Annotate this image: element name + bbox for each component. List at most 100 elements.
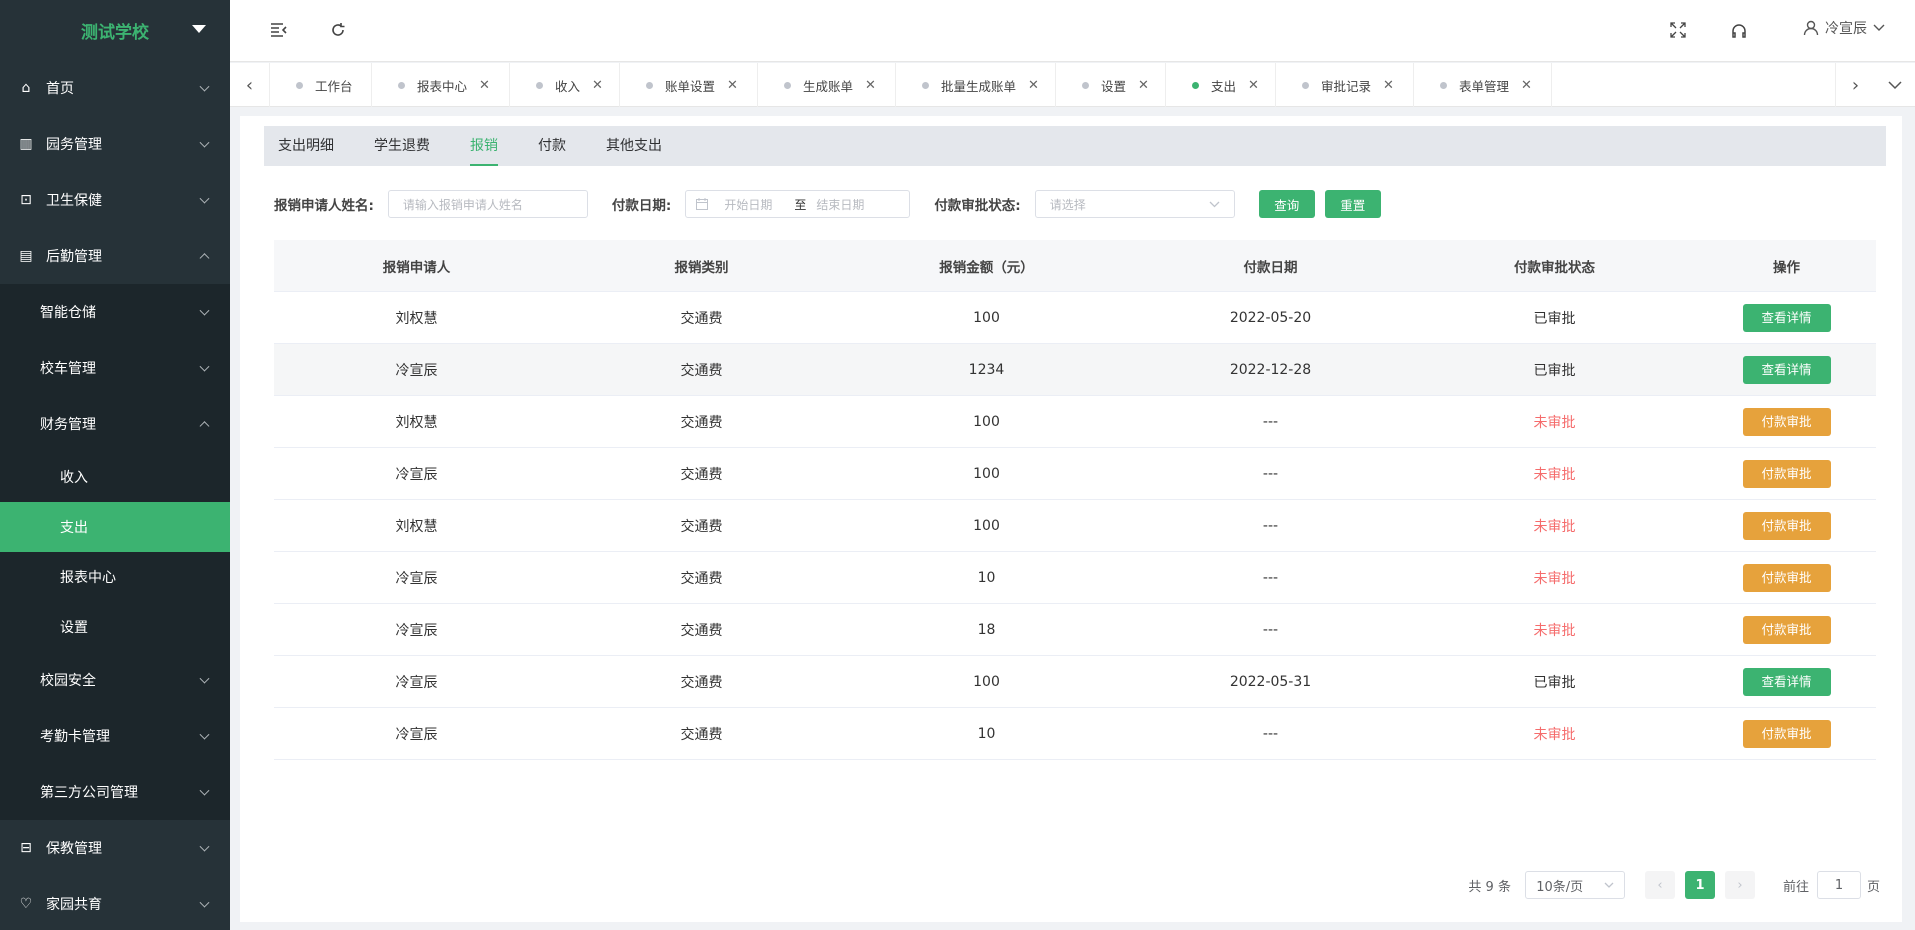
subtabs: 支出明细 学生退费 报销 付款 其他支出 (264, 126, 1886, 166)
sidebar-item-campus-affairs[interactable]: ▥ 园务管理 (0, 116, 230, 172)
brand-header[interactable]: 测试学校 (0, 0, 230, 60)
chevron-up-icon (199, 253, 210, 264)
tab-other-expense[interactable]: 其他支出 (606, 126, 662, 166)
sidebar-item-finance[interactable]: 财务管理 (0, 396, 230, 452)
refresh-icon[interactable] (330, 22, 346, 43)
tag-form-management[interactable]: 表单管理 ✕ (1414, 63, 1552, 107)
sidebar-item-label: 卫生保健 (46, 193, 102, 209)
approval-status-cell: 已审批 (1533, 310, 1576, 327)
payment-approval-button[interactable]: 付款审批 (1742, 615, 1831, 644)
headset-icon[interactable] (1730, 22, 1748, 45)
sidebar-item-teaching[interactable]: ⊟ 保教管理 (0, 820, 230, 876)
tags-dropdown-icon[interactable] (1875, 63, 1915, 107)
payment-approval-button[interactable]: 付款审批 (1742, 563, 1831, 592)
approval-status-cell: 未审批 (1533, 414, 1576, 431)
current-page[interactable]: 1 (1684, 871, 1715, 899)
name-input[interactable]: 请输入报销申请人姓名 (387, 190, 588, 218)
tag-label: 审批记录 (1321, 78, 1372, 94)
user-menu[interactable]: 冷宣辰 (1803, 18, 1885, 38)
payment-approval-button[interactable]: 付款审批 (1742, 407, 1831, 436)
payment-approval-button[interactable]: 付款审批 (1742, 511, 1831, 540)
close-icon[interactable]: ✕ (479, 78, 490, 93)
sidebar-item-smart-storage[interactable]: 智能仓储 (0, 284, 230, 340)
status-select[interactable]: 请选择 (1034, 190, 1235, 218)
name-filter-label: 报销申请人姓名: (274, 198, 374, 214)
sidebar-item-expense[interactable]: 支出 (0, 502, 230, 552)
status-select-placeholder: 请选择 (1049, 197, 1086, 212)
close-icon[interactable]: ✕ (1521, 78, 1532, 93)
sidebar-item-label: 智能仓储 (40, 305, 96, 321)
sidebar-item-school-bus[interactable]: 校车管理 (0, 340, 230, 396)
date-range-picker[interactable]: 开始日期 至 结束日期 (685, 190, 911, 218)
end-date-placeholder: 结束日期 (816, 197, 865, 212)
tag-bill-settings[interactable]: 账单设置 ✕ (620, 63, 758, 107)
prev-page-icon[interactable]: ‹ (1644, 871, 1675, 899)
fullscreen-icon[interactable] (1670, 22, 1686, 43)
view-details-button[interactable]: 查看详情 (1742, 303, 1831, 332)
table-row: 冷宣辰 交通费 10 --- 未审批 付款审批 (274, 552, 1876, 604)
tag-settings[interactable]: 设置 ✕ (1056, 63, 1166, 107)
table-body: 刘权慧 交通费 100 2022-05-20 已审批 查看详情 冷宣辰 交通费 1234 2022… (274, 292, 1876, 760)
tab-student-refund[interactable]: 学生退费 (374, 126, 430, 166)
close-icon[interactable]: ✕ (592, 78, 603, 93)
tab-payment[interactable]: 付款 (538, 126, 566, 166)
view-details-button[interactable]: 查看详情 (1742, 667, 1831, 696)
close-icon[interactable]: ✕ (1248, 78, 1259, 93)
teaching-icon: ⊟ (20, 840, 32, 856)
next-page-icon[interactable]: › (1724, 871, 1755, 899)
action-cell: 付款审批 (1697, 563, 1876, 592)
tag-approval-records[interactable]: 审批记录 ✕ (1276, 63, 1414, 107)
page-size-select[interactable]: 10条/页 (1524, 871, 1625, 899)
menu-fold-icon[interactable] (270, 22, 288, 43)
table-row: 刘权慧 交通费 100 2022-05-20 已审批 查看详情 (274, 292, 1876, 344)
tag-batch-generate-bill[interactable]: 批量生成账单 ✕ (896, 63, 1056, 107)
sidebar-item-logistics[interactable]: ▤ 后勤管理 (0, 228, 230, 284)
filter-bar: 报销申请人姓名: 请输入报销申请人姓名 付款日期: 开始日期 至 结束日期 付款… (274, 189, 1381, 219)
tag-dot (536, 81, 543, 89)
goto-page-input[interactable]: 1 (1816, 871, 1861, 899)
sidebar-item-attendance-card[interactable]: 考勤卡管理 (0, 708, 230, 764)
close-icon[interactable]: ✕ (1028, 78, 1039, 93)
tag-label: 工作台 (315, 78, 353, 94)
sidebar-item-settings[interactable]: 设置 (0, 602, 230, 652)
close-icon[interactable]: ✕ (865, 78, 876, 93)
sidebar-item-family[interactable]: ♡ 家园共育 (0, 876, 230, 930)
query-button[interactable]: 查询 (1258, 190, 1315, 218)
tags-scroll-right-icon[interactable]: › (1835, 63, 1875, 107)
sidebar-item-health[interactable]: ⊡ 卫生保健 (0, 172, 230, 228)
sidebar-item-campus-safety[interactable]: 校园安全 (0, 652, 230, 708)
close-icon[interactable]: ✕ (1383, 78, 1394, 93)
sidebar-item-home[interactable]: ⌂ 首页 (0, 60, 230, 116)
tab-expense-details[interactable]: 支出明细 (278, 126, 334, 166)
sidebar-item-report-center[interactable]: 报表中心 (0, 552, 230, 602)
table-row: 刘权慧 交通费 100 --- 未审批 付款审批 (274, 500, 1876, 552)
payment-approval-button[interactable]: 付款审批 (1742, 719, 1831, 748)
tag-income[interactable]: 收入 ✕ (510, 63, 620, 107)
amount-cell: 100 (973, 413, 1000, 430)
tag-label: 支出 (1211, 78, 1237, 94)
action-cell: 付款审批 (1697, 459, 1876, 488)
chevron-down-icon (199, 729, 210, 740)
tag-label: 批量生成账单 (941, 78, 1017, 94)
reset-button[interactable]: 重置 (1324, 190, 1381, 218)
user-icon (1803, 20, 1819, 36)
applicant-cell: 刘权慧 (395, 518, 438, 535)
close-icon[interactable]: ✕ (727, 78, 738, 93)
tab-reimbursement[interactable]: 报销 (470, 126, 498, 166)
sidebar-item-income[interactable]: 收入 (0, 452, 230, 502)
tag-report-center[interactable]: 报表中心 ✕ (372, 63, 510, 107)
total-count: 共 9 条 (1468, 879, 1511, 895)
tag-expense[interactable]: 支出 ✕ (1166, 63, 1276, 107)
logistics-icon: ▤ (19, 248, 33, 264)
tag-workbench[interactable]: 工作台 (270, 63, 372, 107)
payment-approval-button[interactable]: 付款审批 (1742, 459, 1831, 488)
sidebar-item-third-party[interactable]: 第三方公司管理 (0, 764, 230, 820)
view-details-button[interactable]: 查看详情 (1742, 355, 1831, 384)
caret-down-icon[interactable] (192, 25, 206, 33)
applicant-cell: 冷宣辰 (395, 466, 438, 483)
sidebar-item-label: 报表中心 (60, 570, 116, 586)
amount-cell: 10 (977, 569, 996, 586)
tag-generate-bill[interactable]: 生成账单 ✕ (758, 63, 896, 107)
tags-scroll-left-icon[interactable]: ‹ (230, 63, 270, 107)
close-icon[interactable]: ✕ (1138, 78, 1149, 93)
